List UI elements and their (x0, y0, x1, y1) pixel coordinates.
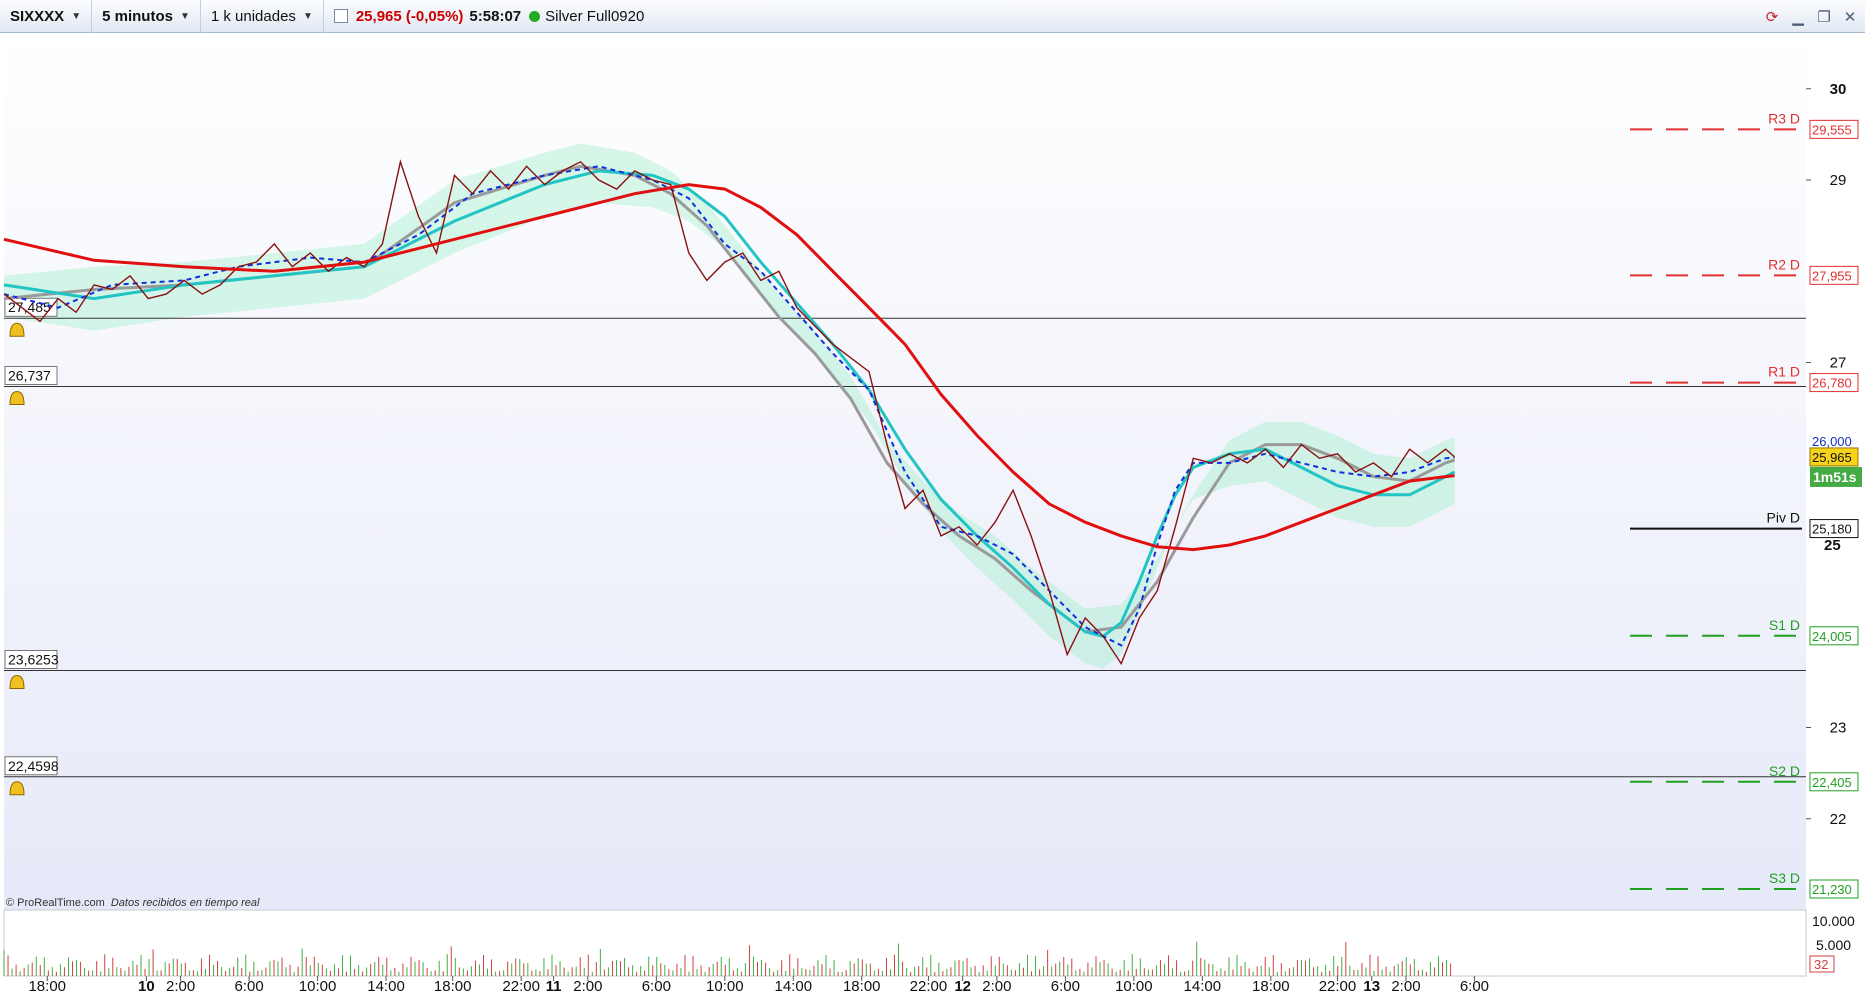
time-tick-label: 18:00 (28, 978, 66, 995)
price-tick-label: 30 (1830, 81, 1847, 98)
pivot-price-label: 26,780 (1812, 376, 1852, 391)
pivot-price-label: 27,955 (1812, 268, 1852, 283)
time-tick-label: 10:00 (706, 978, 744, 995)
minimize-icon[interactable]: ▁ (1789, 8, 1807, 26)
price-tick-label: 22 (1830, 811, 1847, 828)
last-price: 25,965 (-0,05%) (355, 7, 464, 25)
time-tick-label: 14:00 (775, 978, 813, 995)
pivot-price-label: 22,405 (1812, 775, 1852, 790)
time-tick-label: 22:00 (910, 978, 948, 995)
chevron-down-icon: ▼ (302, 10, 313, 22)
pivot-name: S2 D (1769, 763, 1800, 779)
time-tick-label: 2:00 (982, 978, 1011, 995)
time-tick-label: 6:00 (1460, 978, 1489, 995)
alert-line-label: 23,6253 (8, 651, 59, 667)
time-tick-label: 2:00 (1391, 978, 1420, 995)
bell-icon (9, 322, 25, 337)
time-tick-label: 2:00 (573, 978, 602, 995)
bell-icon (9, 674, 25, 689)
quantity-label: 1 k unidades (210, 7, 296, 25)
clock: 5:58:07 (469, 7, 522, 25)
timeframe-label: 5 minutos (102, 7, 173, 25)
chart-toolbar: SIXXXX ▼ 5 minutos ▼ 1 k unidades ▼ 25,9… (0, 0, 1865, 33)
time-tick-label: 22:00 (502, 978, 540, 995)
price-tick-label: 29 (1830, 172, 1847, 189)
pivot-name: R2 D (1768, 256, 1800, 272)
chevron-down-icon: ▼ (71, 10, 82, 22)
bell-icon (9, 781, 25, 796)
time-tick-label: 22:00 (1319, 978, 1357, 995)
time-axis: 18:00 10 2:00 6:00 10:00 14:00 18:00 22:00 11 2:0… (28, 976, 1489, 995)
pivot-price-label: 25,180 (1812, 522, 1852, 537)
close-icon[interactable]: ✕ (1841, 8, 1859, 26)
window-controls: ⟳ ▁ ❐ ✕ (1763, 0, 1859, 33)
sync-icon[interactable]: ⟳ (1763, 8, 1781, 26)
time-tick-label: 11 (546, 978, 562, 995)
price-tick-label: 25 (1824, 537, 1841, 554)
volume-tick-label: 10.000 (1812, 913, 1855, 929)
instrument-label: SIXXXX (10, 7, 65, 25)
alert-line-label: 22,4598 (8, 758, 59, 774)
time-tick-label: 13 (1363, 978, 1380, 995)
last-price-tag-label: 25,965 (1812, 450, 1852, 465)
time-tick-label: 18:00 (434, 978, 472, 995)
realtime-note: Datos recibidos en tiempo real (110, 897, 260, 909)
time-tick-label: 6:00 (234, 978, 263, 995)
time-tick-label: 12 (954, 978, 971, 995)
volume-tick-label: 5.000 (1816, 937, 1851, 953)
restore-icon[interactable]: ❐ (1815, 8, 1833, 26)
time-tick-label: 14:00 (1184, 978, 1222, 995)
bell-icon (9, 390, 25, 405)
copyright-brand: © ProRealTime.com (6, 897, 105, 909)
timeframe-selector[interactable]: 5 minutos ▼ (92, 0, 201, 33)
instrument-selector[interactable]: SIXXXX ▼ (0, 0, 93, 33)
quantity-selector[interactable]: 1 k unidades ▼ (201, 0, 324, 33)
connection-status-icon (529, 10, 541, 22)
alert-line-label: 26,737 (8, 367, 51, 383)
time-tick-label: 10:00 (1115, 978, 1153, 995)
order-ticket-icon[interactable] (333, 9, 348, 23)
price-tick-label: 27 (1830, 355, 1847, 372)
partial-price-tag-label: 26,000 (1812, 434, 1852, 449)
time-tick-label: 18:00 (1252, 978, 1290, 995)
pivot-name: S3 D (1769, 870, 1800, 886)
time-tick-label: 6:00 (1051, 978, 1080, 995)
pivot-name: R3 D (1768, 110, 1800, 126)
account-label: Silver Full0920 (545, 7, 645, 25)
data-source-note: © ProRealTime.com Datos recibidos en tie… (6, 897, 259, 909)
quote-info: 25,965 (-0,05%) 5:58:07 Silver Full0920 (324, 0, 655, 33)
time-tick-label: 18:00 (843, 978, 881, 995)
chevron-down-icon: ▼ (179, 10, 190, 22)
price-tick-label: 23 (1830, 720, 1847, 737)
time-tick-label: 10:00 (299, 978, 337, 995)
price-chart[interactable]: 27,48526,73723,625322,4598 R3 D29,555R2 … (0, 34, 1865, 1000)
pivot-price-label: 21,230 (1812, 882, 1852, 897)
pivot-price-label: 29,555 (1812, 122, 1852, 137)
time-tick-label: 14:00 (367, 978, 405, 995)
pivot-name: R1 D (1768, 364, 1800, 380)
last-volume-label: 32 (1814, 957, 1828, 972)
pivot-name: S1 D (1769, 617, 1800, 633)
time-tick-label: 2:00 (166, 978, 195, 995)
countdown-label: 1m51s (1813, 469, 1857, 485)
pivot-name: Piv D (1767, 510, 1800, 526)
time-tick-label: 10 (138, 978, 155, 995)
time-tick-label: 6:00 (642, 978, 671, 995)
pivot-price-label: 24,005 (1812, 629, 1852, 644)
